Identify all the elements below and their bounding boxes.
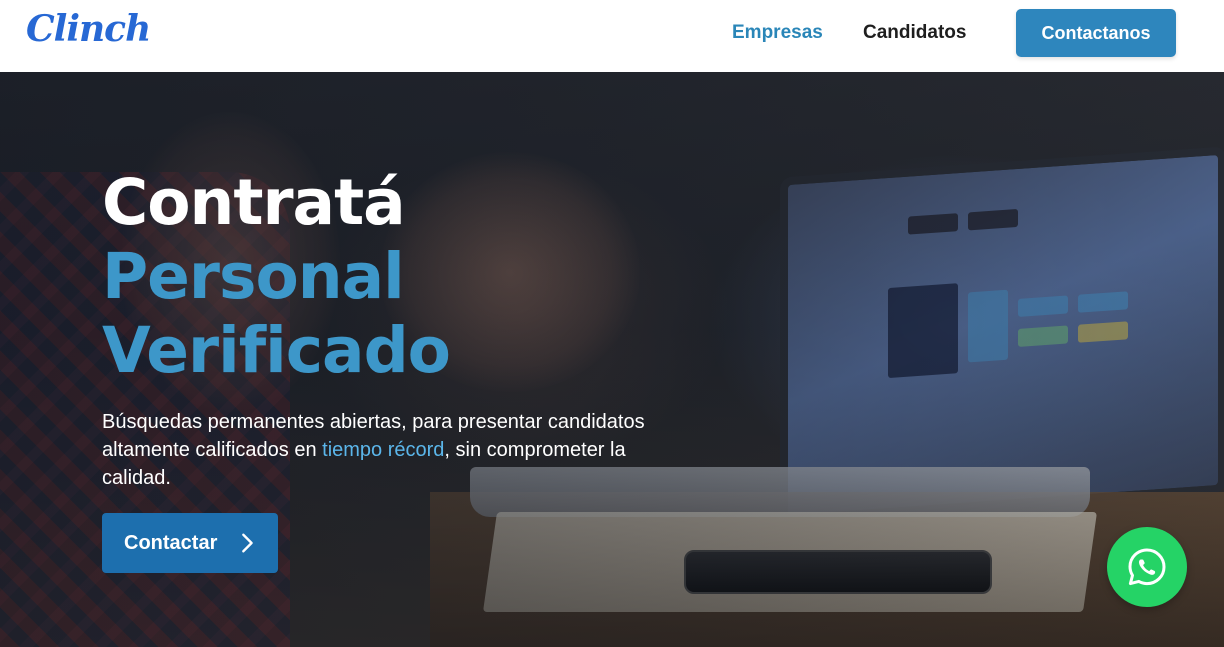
brand-logo[interactable]: Clinch: [26, 8, 151, 50]
nav-link-empresas[interactable]: Empresas: [732, 22, 823, 44]
hero-title-line-2: Personal: [102, 240, 405, 313]
hero-section: Contratá Personal Verificado Búsquedas p…: [0, 72, 1224, 647]
hero-title: Contratá Personal Verificado: [102, 166, 451, 388]
hero-title-line-3: Verificado: [102, 314, 451, 387]
contactar-button[interactable]: Contactar: [102, 513, 278, 573]
contactar-button-label: Contactar: [124, 531, 218, 554]
hero-description-highlight: tiempo récord: [322, 439, 445, 461]
chevron-right-icon: [242, 533, 253, 553]
nav-link-candidatos[interactable]: Candidatos: [863, 22, 966, 44]
hero-description: Búsquedas permanentes abiertas, para pre…: [102, 408, 662, 492]
whatsapp-button[interactable]: [1107, 527, 1187, 607]
contactanos-button[interactable]: Contactanos: [1016, 9, 1176, 57]
hero-title-line-1: Contratá: [102, 166, 406, 239]
whatsapp-icon: [1128, 548, 1166, 586]
top-nav: Clinch Empresas Candidatos Contactanos: [0, 0, 1224, 72]
